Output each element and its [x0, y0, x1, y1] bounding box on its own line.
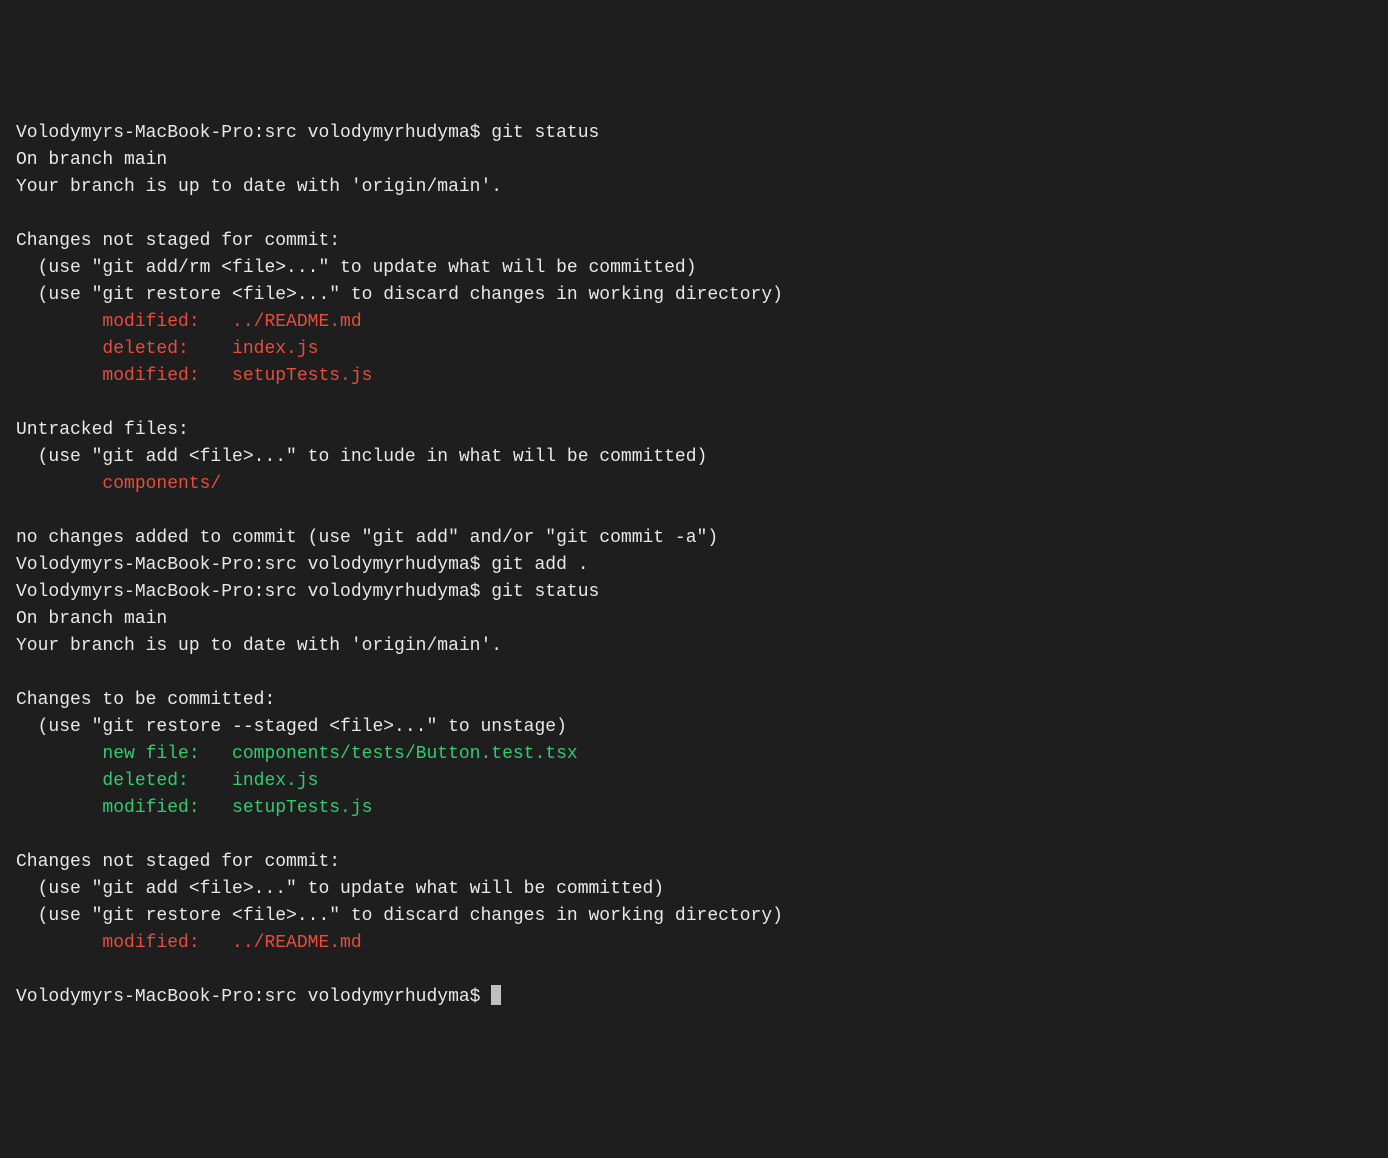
branch-info: On branch main: [16, 150, 167, 170]
terminal-output[interactable]: Volodymyrs-MacBook-Pro:src volodymyrhudy…: [16, 120, 1372, 1011]
status-footer: no changes added to commit (use "git add…: [16, 528, 718, 548]
section-header: Changes to be committed:: [16, 690, 275, 710]
deleted-file: deleted: index.js: [16, 771, 318, 791]
modified-file: modified: setupTests.js: [16, 798, 372, 818]
modified-file: modified: ../README.md: [16, 933, 362, 953]
section-header: Changes not staged for commit:: [16, 231, 340, 251]
hint-text: (use "git restore <file>..." to discard …: [16, 285, 783, 305]
command: git status: [491, 123, 599, 143]
modified-file: modified: ../README.md: [16, 312, 362, 332]
prompt: Volodymyrs-MacBook-Pro:src volodymyrhudy…: [16, 987, 491, 1007]
branch-info: On branch main: [16, 609, 167, 629]
branch-status: Your branch is up to date with 'origin/m…: [16, 636, 502, 656]
command: git status: [491, 582, 599, 602]
modified-file: modified: setupTests.js: [16, 366, 372, 386]
untracked-file: components/: [16, 474, 221, 494]
prompt: Volodymyrs-MacBook-Pro:src volodymyrhudy…: [16, 582, 491, 602]
section-header: Changes not staged for commit:: [16, 852, 340, 872]
section-header: Untracked files:: [16, 420, 189, 440]
hint-text: (use "git add <file>..." to update what …: [16, 879, 664, 899]
prompt: Volodymyrs-MacBook-Pro:src volodymyrhudy…: [16, 123, 491, 143]
hint-text: (use "git add/rm <file>..." to update wh…: [16, 258, 697, 278]
cursor-icon: [491, 985, 501, 1005]
prompt: Volodymyrs-MacBook-Pro:src volodymyrhudy…: [16, 555, 491, 575]
branch-status: Your branch is up to date with 'origin/m…: [16, 177, 502, 197]
deleted-file: deleted: index.js: [16, 339, 318, 359]
command: git add .: [491, 555, 588, 575]
hint-text: (use "git restore <file>..." to discard …: [16, 906, 783, 926]
new-file: new file: components/tests/Button.test.t…: [16, 744, 578, 764]
hint-text: (use "git restore --staged <file>..." to…: [16, 717, 567, 737]
hint-text: (use "git add <file>..." to include in w…: [16, 447, 707, 467]
